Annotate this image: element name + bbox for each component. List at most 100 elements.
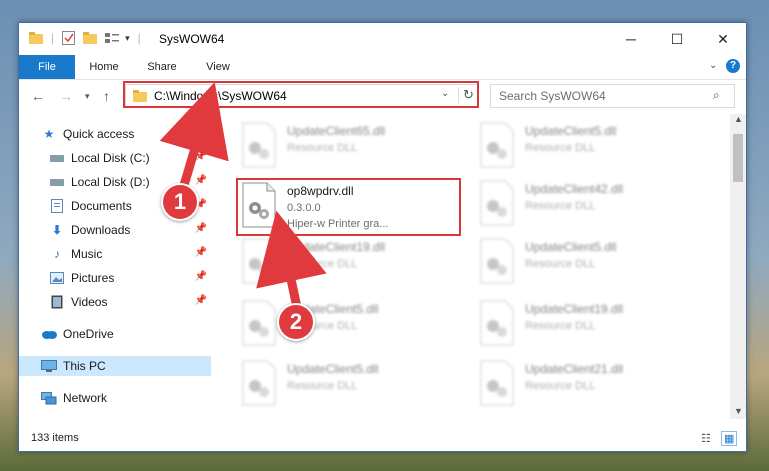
sidebar-item-label: Videos <box>71 295 108 309</box>
chevron-down-icon[interactable]: ⌄ <box>709 60 717 71</box>
videos-icon <box>49 295 65 309</box>
sidebar-item-downloads[interactable]: ⬇ Downloads 📌 <box>49 220 211 240</box>
sidebar-item-label: This PC <box>63 359 106 373</box>
pin-icon[interactable]: 📌 <box>195 247 207 258</box>
tab-share[interactable]: Share <box>137 55 187 79</box>
sidebar-item-label: Local Disk (C:) <box>71 151 150 165</box>
documents-icon <box>49 199 65 213</box>
chevron-down-icon[interactable]: ▾ <box>125 33 130 44</box>
file-list: UpdateClient65.dll Resource DLL UpdateCl… <box>224 114 729 419</box>
title-bar: | ▾ | SysWOW64 ─ ☐ ✕ <box>19 23 746 55</box>
sidebar-item-onedrive[interactable]: OneDrive <box>41 324 211 344</box>
file-name: UpdateClient5.dll <box>525 240 617 254</box>
close-button[interactable]: ✕ <box>700 23 746 55</box>
sidebar-item-local-disk-c[interactable]: Local Disk (C:) 📌 <box>49 148 211 168</box>
search-box[interactable]: Search SysWOW64 ⌕ <box>490 84 735 108</box>
sidebar-item-music[interactable]: ♪ Music 📌 <box>49 244 211 264</box>
dll-file-icon <box>242 122 276 168</box>
sidebar-item-quick-access[interactable]: ★ Quick access <box>41 124 211 144</box>
forward-arrow-icon[interactable]: → <box>59 88 73 104</box>
sidebar-item-network[interactable]: Network <box>41 388 211 408</box>
item-count: 133 items <box>31 432 79 444</box>
ribbon: File Home Share View ⌄ ? <box>19 55 746 80</box>
tab-view[interactable]: View <box>193 55 243 79</box>
file-tile[interactable]: UpdateClient42.dll Resource DLL <box>477 180 697 232</box>
drive-icon <box>49 175 65 189</box>
sidebar-item-label: Network <box>63 391 108 405</box>
sidebar-item-label: Local Disk (D:) <box>71 175 150 189</box>
music-icon: ♪ <box>54 247 60 261</box>
file-tile[interactable]: UpdateClient5.dll Resource DLL <box>239 360 459 412</box>
help-icon[interactable]: ? <box>726 59 740 73</box>
download-icon: ⬇ <box>51 223 63 237</box>
properties-icon[interactable] <box>62 31 76 45</box>
file-tile[interactable]: UpdateClient65.dll Resource DLL <box>239 122 459 174</box>
pictures-icon <box>49 271 65 285</box>
step-1-badge: 1 <box>161 183 199 221</box>
tab-file[interactable]: File <box>19 55 75 79</box>
sidebar-item-this-pc[interactable]: This PC <box>19 356 211 376</box>
network-icon <box>41 391 57 405</box>
folder-icon[interactable] <box>29 32 43 44</box>
dll-file-icon <box>480 238 514 284</box>
address-highlight-box <box>123 81 479 108</box>
file-name: UpdateClient21.dll <box>525 362 624 376</box>
dll-file-icon <box>242 238 276 284</box>
scroll-up-icon[interactable]: ▲ <box>734 114 743 124</box>
pin-icon[interactable]: 📌 <box>195 295 207 306</box>
file-type: Resource DLL <box>525 258 596 270</box>
maximize-button[interactable]: ☐ <box>654 23 700 55</box>
scrollbar-thumb[interactable] <box>733 134 743 182</box>
sidebar-item-label: Pictures <box>71 271 115 285</box>
search-icon[interactable]: ⌕ <box>713 88 720 103</box>
sidebar-item-label: OneDrive <box>63 327 114 341</box>
minimize-button[interactable]: ─ <box>608 23 654 55</box>
explorer-window: | ▾ | SysWOW64 ─ ☐ ✕ File Home Share Vie… <box>18 22 747 452</box>
step-2-badge: 2 <box>277 303 315 341</box>
file-tile[interactable]: UpdateClient19.dll Resource DLL <box>477 300 697 352</box>
cloud-icon <box>41 327 57 341</box>
sidebar-item-pictures[interactable]: Pictures 📌 <box>49 268 211 288</box>
dll-file-icon <box>480 180 514 226</box>
file-name: UpdateClient42.dll <box>525 182 624 196</box>
up-arrow-icon[interactable]: ↑ <box>103 88 110 104</box>
file-tile[interactable]: UpdateClient5.dll Resource DLL <box>477 122 697 174</box>
pin-icon[interactable]: 📌 <box>195 271 207 282</box>
sidebar-item-videos[interactable]: Videos 📌 <box>49 292 211 312</box>
sidebar-item-label: Music <box>71 247 103 261</box>
file-name: UpdateClient19.dll <box>525 302 624 316</box>
scroll-down-icon[interactable]: ▼ <box>734 406 743 416</box>
file-type: Resource DLL <box>287 258 358 270</box>
pin-icon[interactable]: 📌 <box>195 151 207 162</box>
quick-access-toolbar: | ▾ | <box>29 31 149 45</box>
file-name: UpdateClient5.dll <box>525 124 617 138</box>
pin-icon[interactable]: 📌 <box>195 223 207 234</box>
back-arrow-icon[interactable]: ← <box>31 88 45 104</box>
dll-file-icon <box>480 300 514 346</box>
recent-locations-icon[interactable]: ▾ <box>85 91 90 102</box>
customize-icon[interactable] <box>105 32 120 44</box>
file-name: UpdateClient65.dll <box>287 124 386 138</box>
pin-icon[interactable]: 📌 <box>195 175 207 186</box>
dll-file-icon <box>480 122 514 168</box>
file-type: Resource DLL <box>287 142 358 154</box>
new-folder-icon[interactable] <box>83 32 98 44</box>
status-bar: 133 items ☷ ▦ <box>19 428 746 450</box>
vertical-scrollbar[interactable]: ▲ ▼ <box>730 114 746 419</box>
tab-home[interactable]: Home <box>79 55 129 79</box>
sidebar-item-label: Downloads <box>71 223 131 237</box>
dll-file-icon <box>242 360 276 406</box>
large-icons-view-icon[interactable]: ▦ <box>721 431 738 446</box>
drive-icon <box>49 151 65 165</box>
file-tile[interactable]: UpdateClient21.dll Resource DLL <box>477 360 697 412</box>
window-title: SysWOW64 <box>159 32 225 46</box>
navigation-pane: ★ Quick access Local Disk (C:) 📌 Local D… <box>19 114 214 419</box>
file-tile[interactable]: UpdateClient5.dll Resource DLL <box>239 300 459 352</box>
file-tile[interactable]: UpdateClient19.dll Resource DLL <box>239 238 459 290</box>
file-type: Resource DLL <box>525 142 596 154</box>
dll-file-icon <box>480 360 514 406</box>
file-type: Resource DLL <box>525 200 596 212</box>
navigation-bar: ← → ▾ ↑ C:\Windows\SysWOW64 ⌄ ↻ Search S… <box>19 80 746 114</box>
details-view-icon[interactable]: ☷ <box>701 432 711 445</box>
file-tile[interactable]: UpdateClient5.dll Resource DLL <box>477 238 697 290</box>
